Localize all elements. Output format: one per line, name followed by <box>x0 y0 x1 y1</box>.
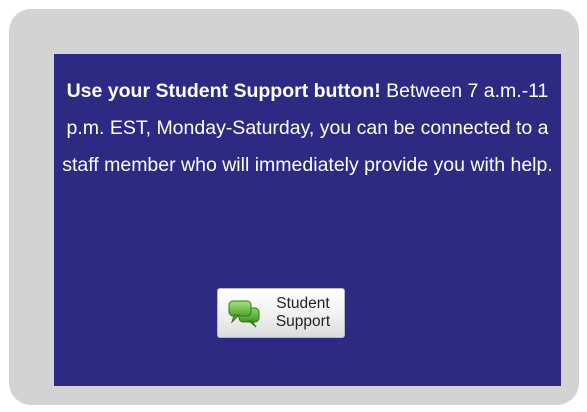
student-support-button-label: Student Support <box>266 295 340 331</box>
support-message: Use your Student Support button! Between… <box>60 73 555 184</box>
chat-bubbles-icon <box>228 300 260 328</box>
student-support-info-panel: Use your Student Support button! Between… <box>54 54 561 386</box>
button-label-line1: Student <box>276 295 330 312</box>
outer-card: Use your Student Support button! Between… <box>9 9 579 405</box>
support-message-lead: Use your Student Support button! <box>66 80 381 102</box>
button-label-line2: Support <box>275 313 331 330</box>
student-support-button[interactable]: Student Support <box>217 288 345 338</box>
